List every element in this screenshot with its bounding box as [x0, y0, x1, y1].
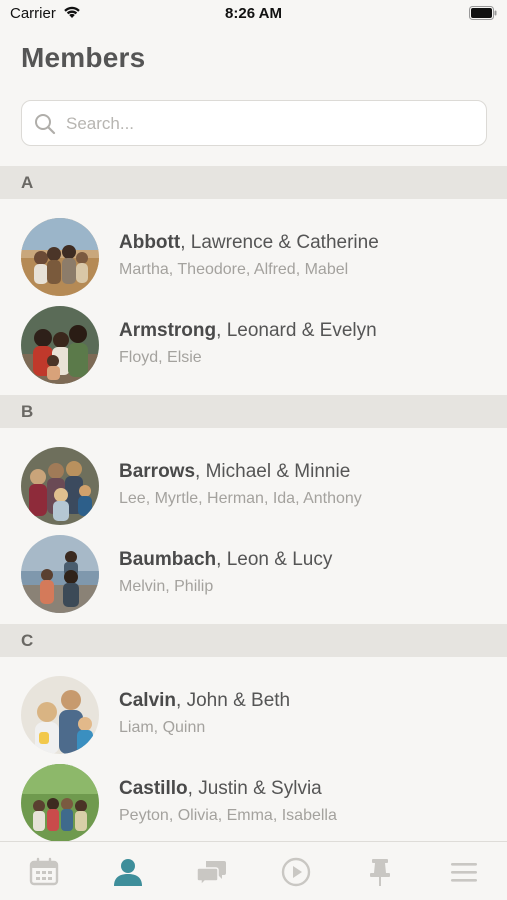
- pin-icon: [370, 859, 390, 886]
- clock: 8:26 AM: [225, 5, 282, 22]
- family-photo-avatar: [21, 218, 99, 296]
- member-children: Liam, Quinn: [119, 719, 206, 736]
- member-surname: Barrows: [119, 461, 196, 482]
- tab-members[interactable]: [112, 856, 144, 888]
- tab-more[interactable]: [448, 856, 480, 888]
- member-row[interactable]: Barrows, Michael & Minnie Lee, Myrtle, H…: [0, 438, 507, 526]
- member-parents: Justin & Sylvia: [198, 778, 322, 799]
- section-header-b: B: [0, 395, 507, 428]
- tab-bar: [0, 841, 507, 900]
- member-name: Castillo, Justin & Sylvia: [119, 778, 322, 799]
- member-children: Peyton, Olivia, Emma, Isabella: [119, 807, 337, 824]
- member-parents: Leonard & Evelyn: [226, 320, 377, 341]
- member-surname: Armstrong: [119, 320, 217, 341]
- tab-media[interactable]: [280, 856, 312, 888]
- family-photo-avatar: [21, 447, 99, 525]
- member-parents: John & Beth: [186, 690, 291, 711]
- page-title: Members: [21, 42, 146, 73]
- member-children: Lee, Myrtle, Herman, Ida, Anthony: [119, 490, 362, 507]
- family-photo-avatar: [21, 676, 99, 754]
- member-row[interactable]: Abbott, Lawrence & Catherine Martha, The…: [0, 209, 507, 297]
- tab-calendar[interactable]: [28, 856, 60, 888]
- battery-icon: [469, 6, 497, 25]
- status-bar: Carrier 8:26 AM: [0, 0, 507, 30]
- member-parents: Michael & Minnie: [205, 461, 351, 482]
- member-surname: Castillo: [119, 778, 188, 799]
- section-header-c: C: [0, 624, 507, 657]
- chat-bubbles-icon: [196, 861, 226, 887]
- search-bar[interactable]: [21, 100, 487, 146]
- member-parents: Leon & Lucy: [226, 549, 333, 570]
- member-surname: Baumbach: [119, 549, 217, 570]
- search-input[interactable]: [66, 111, 466, 137]
- member-children: Floyd, Elsie: [119, 349, 202, 366]
- member-row[interactable]: Calvin, John & Beth Liam, Quinn: [0, 667, 507, 755]
- member-name: Calvin, John & Beth: [119, 690, 291, 711]
- member-row[interactable]: Baumbach, Leon & Lucy Melvin, Philip: [0, 526, 507, 614]
- play-icon: [281, 857, 311, 887]
- member-row[interactable]: Armstrong, Leonard & Evelyn Floyd, Elsie: [0, 297, 507, 385]
- tab-pinned[interactable]: [364, 856, 396, 888]
- calendar-icon: [29, 857, 59, 886]
- section-header-a: A: [0, 166, 507, 199]
- member-surname: Abbott: [119, 232, 181, 253]
- person-icon: [114, 859, 142, 886]
- member-parents: Lawrence & Catherine: [190, 232, 379, 253]
- member-children: Martha, Theodore, Alfred, Mabel: [119, 261, 349, 278]
- member-surname: Calvin: [119, 690, 177, 711]
- member-name: Barrows, Michael & Minnie: [119, 461, 351, 482]
- family-photo-avatar: [21, 764, 99, 841]
- search-icon: [35, 114, 56, 135]
- family-photo-avatar: [21, 306, 99, 384]
- member-row[interactable]: Castillo, Justin & Sylvia Peyton, Olivia…: [0, 755, 507, 841]
- tab-messages[interactable]: [196, 856, 228, 888]
- member-name: Abbott, Lawrence & Catherine: [119, 232, 379, 253]
- family-photo-avatar: [21, 535, 99, 613]
- members-list[interactable]: A Abbott, Lawrence & Catherine Martha, T…: [0, 166, 507, 841]
- member-name: Baumbach, Leon & Lucy: [119, 549, 333, 570]
- member-name: Armstrong, Leonard & Evelyn: [119, 320, 377, 341]
- member-children: Melvin, Philip: [119, 578, 214, 595]
- menu-icon: [451, 863, 477, 882]
